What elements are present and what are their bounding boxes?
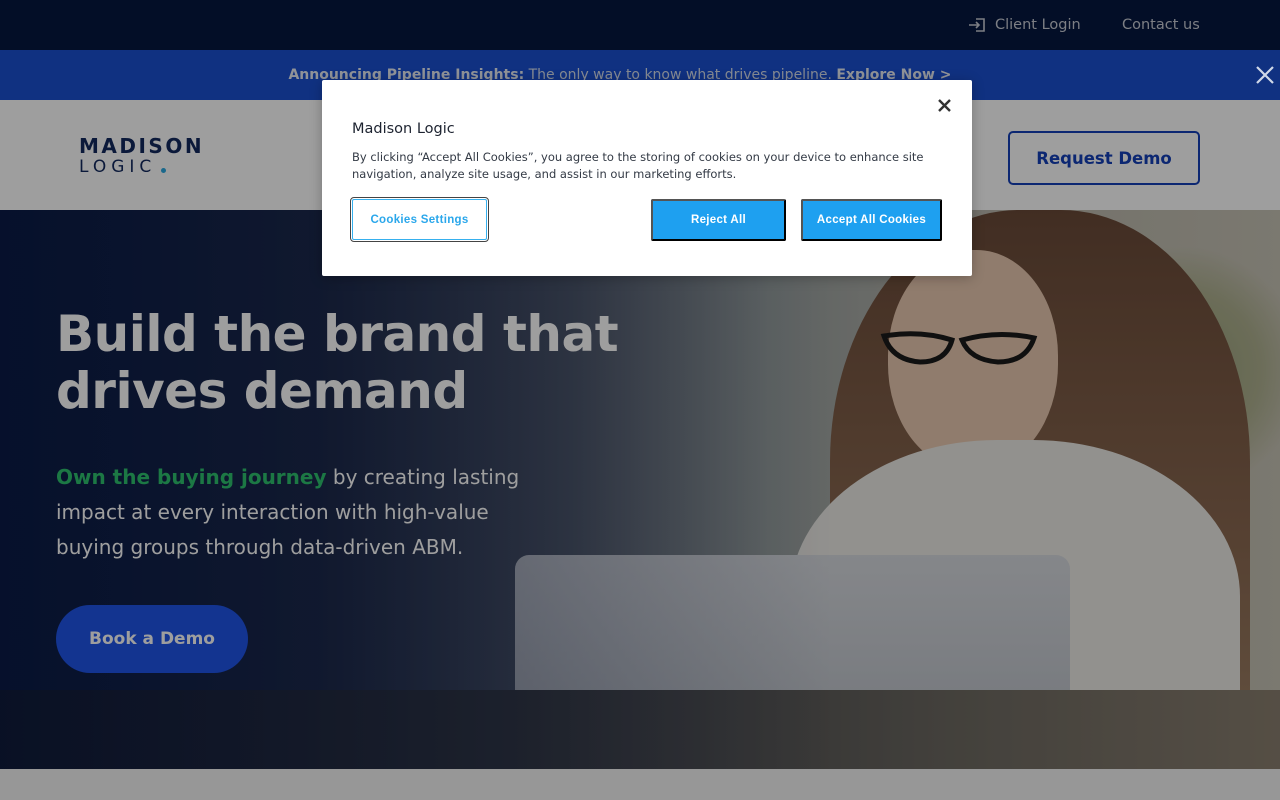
banner-close-button[interactable] <box>1256 66 1274 88</box>
cookies-settings-button[interactable]: Cookies Settings <box>350 197 489 242</box>
close-icon <box>937 98 951 112</box>
reject-all-button[interactable]: Reject All <box>651 199 786 241</box>
close-icon <box>1256 66 1274 84</box>
cookie-dialog-body: By clicking “Accept All Cookies”, you ag… <box>352 150 924 181</box>
cookie-dialog-close-button[interactable] <box>934 95 954 115</box>
cookie-consent-dialog: Madison Logic By clicking “Accept All Co… <box>322 80 972 276</box>
accept-all-cookies-button[interactable]: Accept All Cookies <box>801 199 942 241</box>
cookie-dialog-title: Madison Logic <box>352 121 455 137</box>
